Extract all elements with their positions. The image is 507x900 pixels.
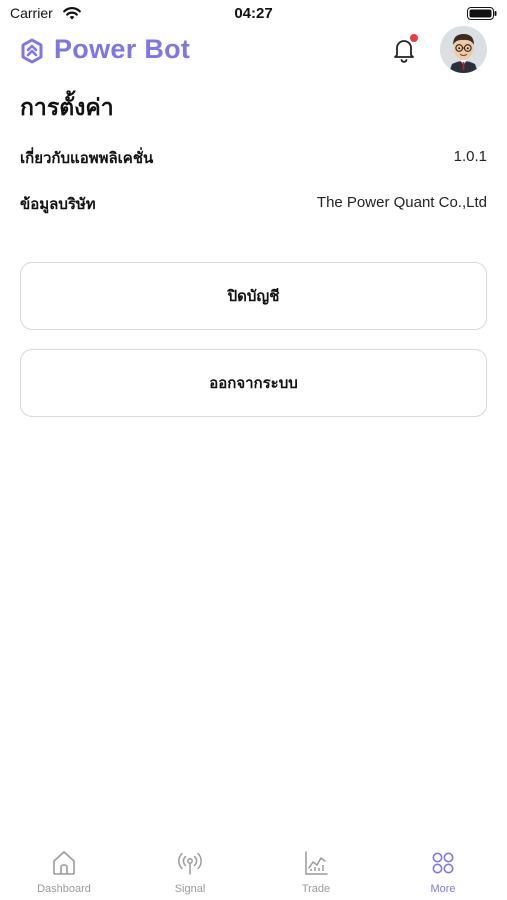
chart-icon	[305, 851, 328, 875]
tab-more-label: More	[430, 883, 456, 895]
grid-icon	[432, 852, 454, 874]
logo-icon	[21, 38, 43, 64]
tab-dashboard-label: Dashboard	[37, 883, 91, 895]
brand-title: Power Bot	[54, 34, 191, 64]
tab-trade-label: Trade	[301, 883, 331, 895]
tab-dashboard[interactable]: Dashboard	[1, 838, 127, 900]
logout-button[interactable]: ออกจากระบบ	[20, 349, 487, 417]
tab-trade[interactable]: Trade	[253, 838, 379, 900]
tab-signal[interactable]: Signal	[127, 838, 253, 900]
page-title: การตั้งค่า	[20, 95, 114, 121]
home-icon	[53, 851, 75, 875]
tab-signal-label: Signal	[174, 883, 206, 895]
company-info-label: ข้อมูลบริษัท	[20, 195, 96, 213]
avatar[interactable]	[440, 26, 487, 73]
app-header: Power Bot	[0, 26, 507, 76]
close-account-button[interactable]: ปิดบัญชี	[20, 262, 487, 330]
app-version-value: 1.0.1	[453, 148, 487, 165]
signal-icon	[178, 852, 202, 875]
company-name-value: The Power Quant Co.,Ltd	[316, 194, 487, 211]
notification-dot	[410, 34, 418, 42]
avatar-illustration	[440, 26, 487, 73]
battery-icon	[467, 7, 497, 20]
about-app-label: เกี่ยวกับแอพพลิเคชั่น	[20, 149, 154, 167]
status-bar: Carrier 04:27	[0, 0, 507, 28]
bottom-tab-bar: Dashboard Signal Trade More	[0, 838, 507, 900]
status-time: 04:27	[234, 5, 273, 22]
tab-more[interactable]: More	[380, 838, 506, 900]
